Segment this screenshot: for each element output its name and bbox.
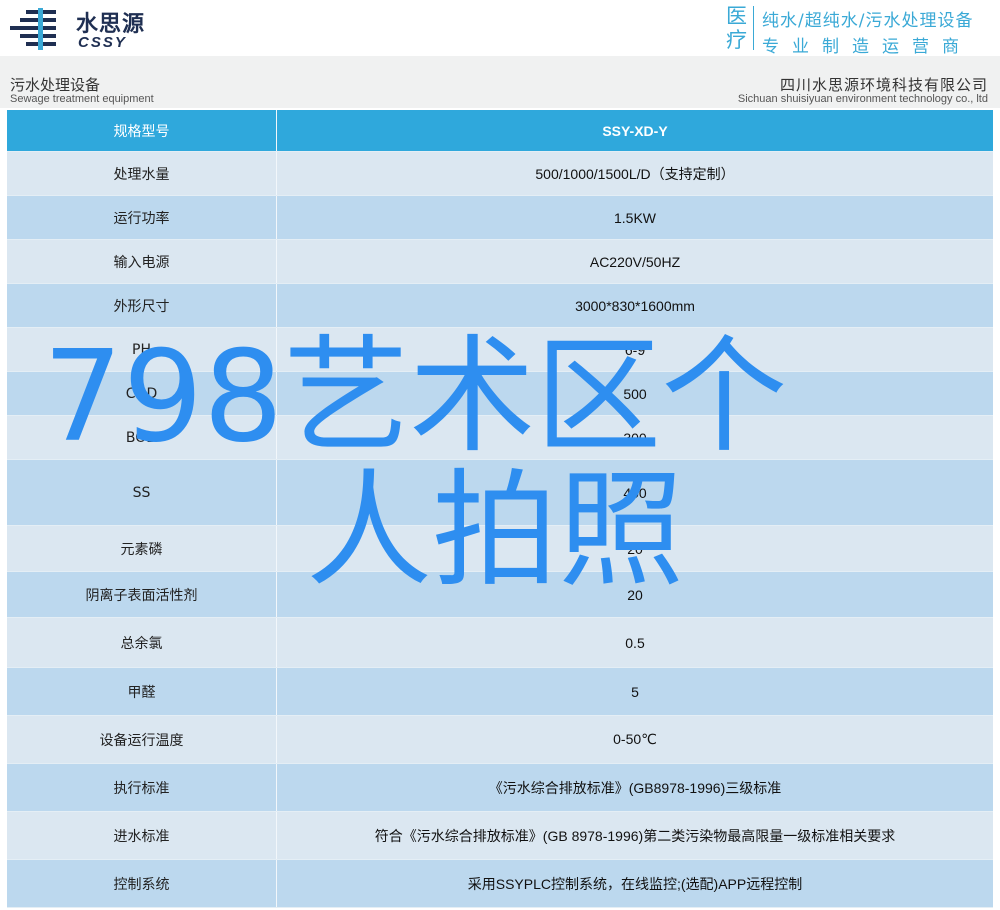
sub-header: 污水处理设备 Sewage treatment equipment 四川水思源环… bbox=[0, 56, 1000, 108]
table-row: 执行标准 《污水综合排放标准》(GB8978-1996)三级标准 bbox=[7, 764, 993, 812]
spec-value: 6-9 bbox=[624, 341, 646, 358]
category-title-en: Sewage treatment equipment bbox=[10, 93, 154, 105]
spec-label: PH bbox=[7, 328, 277, 371]
company-name-en: Sichuan shuisiyuan environment technolog… bbox=[737, 93, 988, 105]
spec-value: 符合《污水综合排放标准》(GB 8978-1996)第二类污染物最高限量一级标准… bbox=[374, 827, 896, 844]
table-row: 输入电源 AC220V/50HZ bbox=[7, 240, 993, 284]
brand-tagline-operator: 专业制造运营商 bbox=[762, 37, 972, 57]
spec-label: 执行标准 bbox=[7, 764, 277, 811]
spec-label: 进水标准 bbox=[7, 812, 277, 859]
table-row: 阴离子表面活性剂 20 bbox=[7, 572, 993, 618]
table-row: 设备运行温度 0-50℃ bbox=[7, 716, 993, 764]
spec-label: BOD bbox=[7, 416, 277, 459]
brand-tag-char: 疗 bbox=[726, 28, 747, 52]
table-row: 元素磷 20 bbox=[7, 526, 993, 572]
table-row: 处理水量 500/1000/1500L/D（支持定制） bbox=[7, 152, 993, 196]
spec-value: 500/1000/1500L/D（支持定制） bbox=[535, 165, 735, 182]
table-row: 甲醛 5 bbox=[7, 668, 993, 716]
table-row: BOD 300 bbox=[7, 416, 993, 460]
table-row: 总余氯 0.5 bbox=[7, 618, 993, 668]
spec-label: 阴离子表面活性剂 bbox=[7, 572, 277, 617]
brand-tag-char: 医 bbox=[726, 4, 747, 28]
spec-label: 处理水量 bbox=[7, 152, 277, 195]
spec-value: 0.5 bbox=[625, 634, 645, 651]
table-row: 外形尺寸 3000*830*1600mm bbox=[7, 284, 993, 328]
spec-value: 1.5KW bbox=[613, 209, 656, 226]
brand-tag-big: 医 疗 bbox=[726, 4, 754, 52]
spec-value: 300 bbox=[623, 429, 647, 446]
spec-label: 外形尺寸 bbox=[7, 284, 277, 327]
spec-value: 500 bbox=[623, 385, 647, 402]
company-name: 四川水思源环境科技有限公司 bbox=[779, 76, 988, 94]
header-bar: 水思源 CSSY 医 疗 纯水/超纯水/污水处理设备 专业制造运营商 bbox=[0, 0, 1000, 57]
table-row: PH 6-9 bbox=[7, 328, 993, 372]
table-row: 控制系统 采用SSYPLC控制系统，在线监控;(选配)APP远程控制 bbox=[7, 860, 993, 908]
spec-value: 采用SSYPLC控制系统，在线监控;(选配)APP远程控制 bbox=[467, 875, 803, 892]
spec-label: SS bbox=[7, 460, 277, 525]
category-title: 污水处理设备 bbox=[10, 76, 101, 94]
spec-value: 《污水综合排放标准》(GB8978-1996)三级标准 bbox=[488, 779, 782, 796]
spec-label: 控制系统 bbox=[7, 860, 277, 907]
spec-label: 总余氯 bbox=[7, 618, 277, 667]
spec-label: COD bbox=[7, 372, 277, 415]
spec-label: 甲醛 bbox=[7, 668, 277, 715]
spec-value: 0-50℃ bbox=[613, 731, 657, 747]
brand-tagline-products: 纯水/超纯水/污水处理设备 bbox=[762, 11, 974, 31]
spec-value: 3000*830*1600mm bbox=[575, 297, 695, 314]
logo-icon bbox=[10, 8, 56, 50]
spec-table: 规格型号 SSY-XD-Y 处理水量 500/1000/1500L/D（支持定制… bbox=[7, 110, 993, 908]
spec-label: 规格型号 bbox=[7, 110, 277, 151]
spec-value: 400 bbox=[623, 484, 647, 501]
spec-value: 5 bbox=[631, 683, 639, 700]
table-row: SS 400 bbox=[7, 460, 993, 526]
table-row: COD 500 bbox=[7, 372, 993, 416]
table-row: 进水标准 符合《污水综合排放标准》(GB 8978-1996)第二类污染物最高限… bbox=[7, 812, 993, 860]
spec-value: SSY-XD-Y bbox=[602, 122, 668, 139]
brand-name-en: CSSY bbox=[78, 34, 127, 51]
spec-value: 20 bbox=[627, 540, 643, 557]
spec-value: AC220V/50HZ bbox=[589, 253, 681, 270]
spec-label: 运行功率 bbox=[7, 196, 277, 239]
spec-label: 输入电源 bbox=[7, 240, 277, 283]
spec-table-header: 规格型号 SSY-XD-Y bbox=[7, 110, 993, 152]
brand-tag-divider bbox=[753, 6, 754, 50]
spec-label: 元素磷 bbox=[7, 526, 277, 571]
spec-value: 20 bbox=[627, 586, 643, 603]
spec-label: 设备运行温度 bbox=[7, 716, 277, 763]
table-row: 运行功率 1.5KW bbox=[7, 196, 993, 240]
